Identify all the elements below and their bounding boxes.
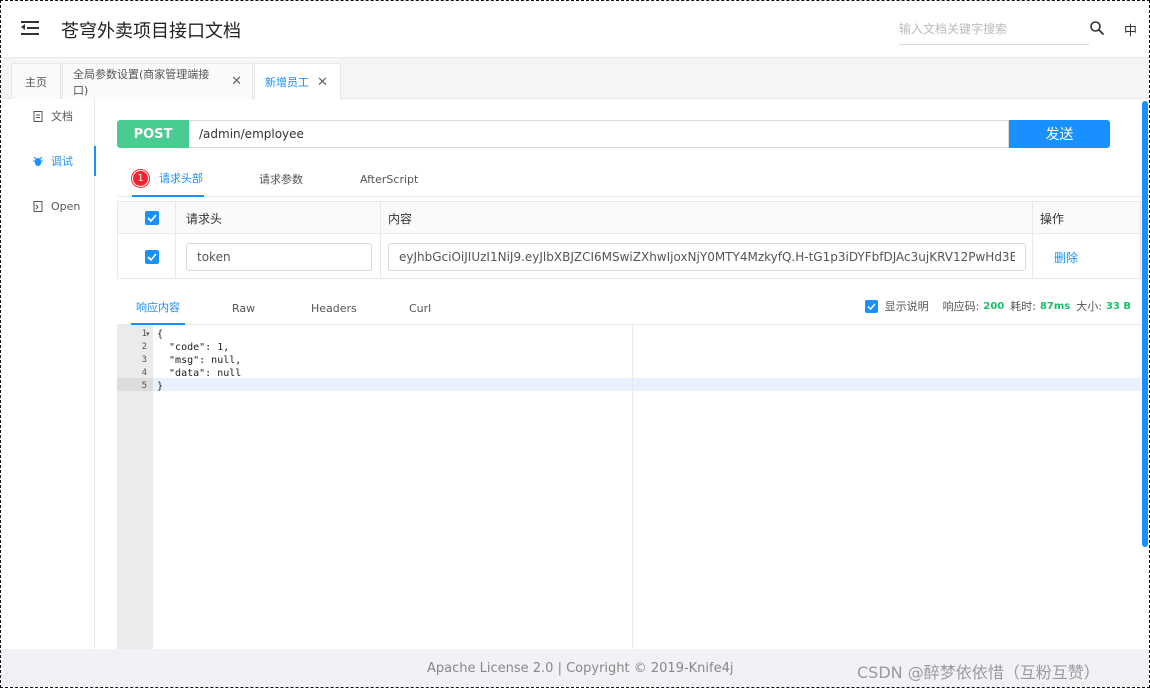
column-divider: [380, 202, 381, 278]
code-line: "data": null: [157, 368, 242, 379]
column-divider: [175, 202, 176, 278]
sidebar-item-debug[interactable]: 调试: [1, 146, 96, 176]
open-icon: [33, 200, 43, 212]
tab-label: Headers: [311, 301, 357, 315]
search-icon[interactable]: [1089, 20, 1105, 36]
http-method-badge: POST: [117, 120, 189, 148]
app-title: 苍穹外卖项目接口文档: [61, 21, 241, 42]
sidebar-item-label: 文档: [51, 110, 73, 123]
status-code-label: 响应码:: [942, 300, 980, 313]
size-label: 大小:: [1076, 300, 1102, 313]
line-number: 5: [141, 381, 147, 391]
table-header: [118, 202, 1140, 234]
code-line: "msg": null,: [157, 355, 242, 366]
watermark: CSDN @醉梦依依惜（互粉互赞）: [857, 663, 1100, 682]
column-header-action: 操作: [1040, 211, 1065, 226]
request-tabs: 1 请求头部 请求参数 AfterScript: [117, 161, 1141, 197]
response-meta: 显示说明 响应码: 200 耗时: 87ms 大小: 33 B: [864, 291, 1131, 321]
footer-license: Apache License 2.0 | Copyright © 2019-Kn…: [427, 661, 734, 676]
tab-label: AfterScript: [360, 172, 419, 186]
page-tab-bar: 主页 全局参数设置(商家管理端接口) ✕ 新增员工 ✕: [1, 58, 1149, 100]
tab-response-content[interactable]: 响应内容: [131, 291, 185, 325]
print-margin: [632, 325, 633, 649]
vertical-scrollbar[interactable]: [1142, 101, 1148, 547]
show-description-checkbox[interactable]: [864, 299, 878, 313]
tab-label: 新增员工: [265, 76, 309, 89]
debug-icon: [33, 156, 43, 167]
time-label: 耗时:: [1010, 300, 1036, 313]
tab-raw[interactable]: Raw: [232, 291, 255, 325]
sidebar-item-label: 调试: [51, 155, 73, 168]
tab-label: 请求参数: [259, 173, 303, 186]
header-key-input[interactable]: [186, 243, 372, 271]
close-icon[interactable]: ✕: [231, 74, 242, 89]
size-value: 33 B: [1105, 300, 1131, 312]
sidebar-item-docs[interactable]: 文档: [1, 101, 95, 131]
tab-after-script[interactable]: AfterScript: [360, 161, 418, 197]
tab-label: Curl: [409, 301, 432, 315]
active-line-highlight: [153, 378, 1141, 391]
tab-label: 全局参数设置(商家管理端接口): [73, 67, 210, 97]
count-badge: 1: [132, 169, 149, 187]
fold-arrow-icon[interactable]: ▾: [146, 328, 150, 341]
tab-headers[interactable]: Headers: [311, 291, 357, 325]
file-icon: [33, 110, 43, 122]
search-box: [899, 15, 1089, 45]
line-number: 3: [141, 355, 147, 365]
column-header-content: 内容: [388, 211, 413, 226]
menu-toggle-icon[interactable]: [21, 20, 39, 36]
select-all-checkbox[interactable]: [145, 211, 159, 225]
tab-label: 响应内容: [136, 301, 180, 314]
tab-add-employee[interactable]: 新增员工 ✕: [254, 63, 341, 100]
tab-label: Raw: [232, 301, 256, 315]
row-checkbox[interactable]: [145, 250, 159, 264]
tab-home[interactable]: 主页: [11, 63, 61, 99]
code-line: "code": 1,: [157, 342, 230, 353]
request-header-table: 请求头 内容 操作 删除: [117, 201, 1141, 279]
column-divider: [1032, 202, 1033, 278]
delete-link[interactable]: 删除: [1054, 249, 1078, 266]
show-description-label: 显示说明: [884, 300, 929, 313]
column-header-key: 请求头: [186, 211, 223, 226]
top-header: 苍穹外卖项目接口文档 中: [1, 1, 1149, 58]
sidebar: 文档 调试 Open: [1, 99, 96, 649]
response-tabs: 响应内容 Raw Headers Curl 显示说明 响应码: 200 耗时: …: [117, 291, 1141, 325]
line-number: 4: [141, 368, 147, 378]
line-number: 1: [141, 329, 147, 339]
code-line: }: [157, 381, 164, 392]
tab-label: 主页: [25, 75, 47, 89]
send-button[interactable]: 发送: [1009, 120, 1110, 148]
app-window: 苍穹外卖项目接口文档 中 主页 全局参数设置(商家管理端接口) ✕ 新增员工 ✕…: [0, 0, 1150, 688]
url-input[interactable]: [189, 120, 1009, 148]
header-value-input[interactable]: [388, 243, 1026, 271]
tab-label: 请求头部: [159, 172, 203, 185]
time-value: 87ms: [1039, 300, 1071, 312]
response-editor[interactable]: 1 ▾ 2 3 4 5 { "code": 1, "msg": null, "d…: [117, 325, 1141, 649]
code-line: {: [157, 329, 164, 340]
tab-request-params[interactable]: 请求参数: [259, 161, 303, 197]
footer: Apache License 2.0 | Copyright © 2019-Kn…: [1, 649, 1149, 687]
search-input[interactable]: [899, 15, 1089, 43]
tab-request-headers[interactable]: 1 请求头部: [132, 161, 204, 197]
tab-curl[interactable]: Curl: [409, 291, 431, 325]
sidebar-item-open[interactable]: Open: [1, 191, 95, 221]
close-icon[interactable]: ✕: [317, 75, 328, 90]
tab-global-params[interactable]: 全局参数设置(商家管理端接口) ✕: [62, 63, 253, 99]
sidebar-item-label: Open: [51, 199, 81, 213]
language-switch[interactable]: 中: [1124, 20, 1137, 39]
status-code-value: 200: [983, 300, 1005, 312]
line-number: 2: [141, 342, 147, 352]
